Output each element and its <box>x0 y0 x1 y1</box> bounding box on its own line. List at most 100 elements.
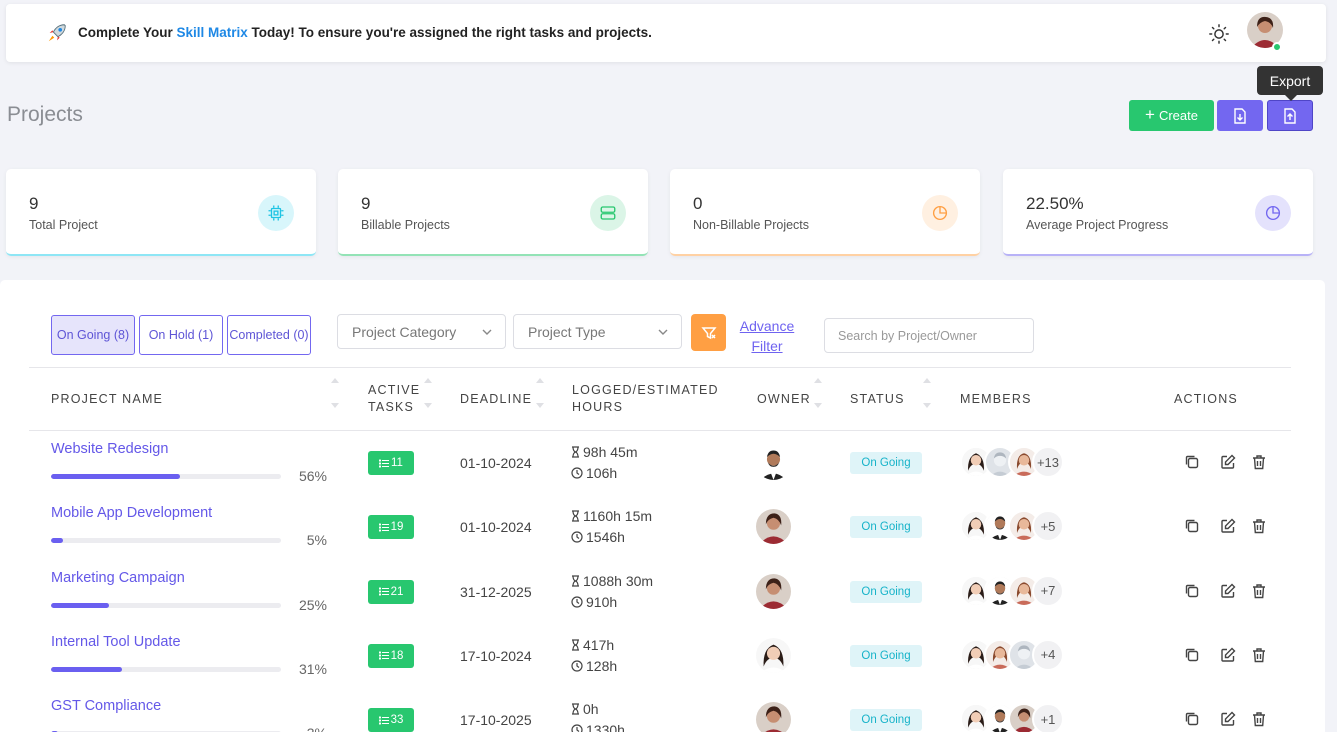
plus-icon: + <box>1145 105 1155 124</box>
project-name-link[interactable]: Mobile App Development <box>51 505 212 521</box>
stat-card-non-billable: 0 Non-Billable Projects <box>670 169 980 256</box>
advance-filter-link[interactable]: Advance Filter <box>735 316 799 356</box>
copy-icon[interactable] <box>1183 453 1201 471</box>
status-badge: On Going <box>850 580 922 603</box>
export-button[interactable] <box>1267 100 1313 131</box>
progress-fill <box>51 602 109 608</box>
delete-icon[interactable] <box>1250 517 1268 535</box>
clock-icon <box>571 724 583 732</box>
active-tasks-badge[interactable]: 21 <box>368 579 414 604</box>
more-members-count[interactable]: +7 <box>1032 574 1064 607</box>
edit-icon[interactable] <box>1219 517 1237 535</box>
deadline-date: 01-10-2024 <box>460 455 532 471</box>
header-owner[interactable]: OWNER <box>757 391 811 408</box>
pie-chart-icon <box>1255 195 1291 231</box>
list-icon <box>378 716 389 725</box>
status-badge: On Going <box>850 644 922 667</box>
skill-matrix-link[interactable]: Skill Matrix <box>177 25 248 40</box>
project-name-link[interactable]: GST Compliance <box>51 698 161 714</box>
owner-avatar[interactable] <box>756 637 791 673</box>
delete-icon[interactable] <box>1250 453 1268 471</box>
active-tasks-badge[interactable]: 18 <box>368 643 414 668</box>
active-tasks-badge[interactable]: 33 <box>368 708 414 732</box>
owner-avatar[interactable] <box>756 445 791 480</box>
clock-icon <box>571 660 583 672</box>
progress-bar <box>51 666 281 672</box>
create-button[interactable]: + Create <box>1129 100 1214 131</box>
stat-label: Billable Projects <box>361 218 450 232</box>
edit-icon[interactable] <box>1219 710 1237 728</box>
tab-on-going[interactable]: On Going (8) <box>51 315 135 355</box>
project-category-select[interactable]: Project Category <box>337 314 506 349</box>
active-tasks-badge[interactable]: 19 <box>368 515 414 540</box>
clear-filter-button[interactable] <box>691 314 726 351</box>
project-name-link[interactable]: Website Redesign <box>51 441 168 457</box>
progress-percent: 56% <box>298 468 327 484</box>
edit-icon[interactable] <box>1219 453 1237 471</box>
copy-icon[interactable] <box>1183 517 1201 535</box>
delete-icon[interactable] <box>1250 646 1268 664</box>
delete-icon[interactable] <box>1250 710 1268 728</box>
sort-icon[interactable] <box>535 378 545 408</box>
more-members-count[interactable]: +13 <box>1032 446 1064 478</box>
tab-on-hold[interactable]: On Hold (1) <box>139 315 223 355</box>
copy-icon[interactable] <box>1183 582 1201 600</box>
more-members-count[interactable]: +1 <box>1032 703 1064 732</box>
list-icon <box>378 523 389 532</box>
tab-completed[interactable]: Completed (0) <box>227 315 311 355</box>
logged-hours: 1160h 15m <box>571 508 652 524</box>
sort-icon[interactable] <box>423 378 433 408</box>
sort-icon[interactable] <box>813 378 823 408</box>
header-project-name[interactable]: PROJECT NAME <box>51 391 163 408</box>
file-export-icon <box>1284 107 1296 124</box>
import-button[interactable] <box>1217 100 1263 131</box>
search-input[interactable] <box>824 318 1034 353</box>
owner-avatar[interactable] <box>756 573 791 609</box>
skill-matrix-banner: Complete Your Skill Matrix Today! To ens… <box>6 4 1326 62</box>
online-status-dot <box>1272 42 1282 52</box>
project-type-select[interactable]: Project Type <box>513 314 682 349</box>
delete-icon[interactable] <box>1250 582 1268 600</box>
banner-message: Complete Your Skill Matrix Today! To ens… <box>78 25 652 40</box>
active-tasks-count: 18 <box>390 649 404 662</box>
stat-value: 0 <box>693 194 703 213</box>
rocket-icon <box>48 24 66 42</box>
project-name-link[interactable]: Internal Tool Update <box>51 634 181 650</box>
create-label: Create <box>1158 108 1198 123</box>
stat-card-billable: 9 Billable Projects <box>338 169 648 256</box>
edit-icon[interactable] <box>1219 582 1237 600</box>
chevron-down-icon <box>482 329 492 335</box>
sun-icon[interactable] <box>1208 23 1230 45</box>
active-tasks-count: 33 <box>390 714 404 727</box>
sort-icon[interactable] <box>330 378 340 408</box>
edit-icon[interactable] <box>1219 646 1237 664</box>
active-tasks-badge[interactable]: 11 <box>368 451 414 475</box>
owner-avatar[interactable] <box>756 509 791 545</box>
progress-fill <box>51 474 180 479</box>
more-members-count[interactable]: +4 <box>1032 638 1064 671</box>
header-hours[interactable]: LOGGED/ESTIMATED HOURS <box>572 382 719 416</box>
chevron-down-icon <box>658 329 668 335</box>
stat-label: Total Project <box>29 218 98 232</box>
project-name-link[interactable]: Marketing Campaign <box>51 570 185 586</box>
table-row: Marketing Campaign 25% 21 31-12-2025 1088h 3… <box>0 560 1337 624</box>
logged-hours: 98h 45m <box>571 444 637 460</box>
project-type-placeholder: Project Type <box>528 323 606 340</box>
more-members-count[interactable]: +5 <box>1032 510 1064 543</box>
server-icon <box>590 195 626 231</box>
header-status[interactable]: STATUS <box>850 391 905 408</box>
status-badge: On Going <box>850 452 922 474</box>
progress-bar <box>51 602 281 608</box>
header-active-tasks[interactable]: ACTIVE TASKS <box>368 382 420 416</box>
owner-avatar[interactable] <box>756 702 791 732</box>
copy-icon[interactable] <box>1183 646 1201 664</box>
logged-hours: 417h <box>571 637 614 653</box>
sort-icon[interactable] <box>922 378 932 408</box>
header-deadline[interactable]: DEADLINE <box>460 391 532 408</box>
logged-hours: 0h <box>571 701 599 717</box>
active-tasks-count: 21 <box>390 585 404 598</box>
deadline-date: 31-12-2025 <box>460 583 532 600</box>
copy-icon[interactable] <box>1183 710 1201 728</box>
estimated-hours: 106h <box>571 465 617 481</box>
progress-percent: 5% <box>306 532 327 549</box>
